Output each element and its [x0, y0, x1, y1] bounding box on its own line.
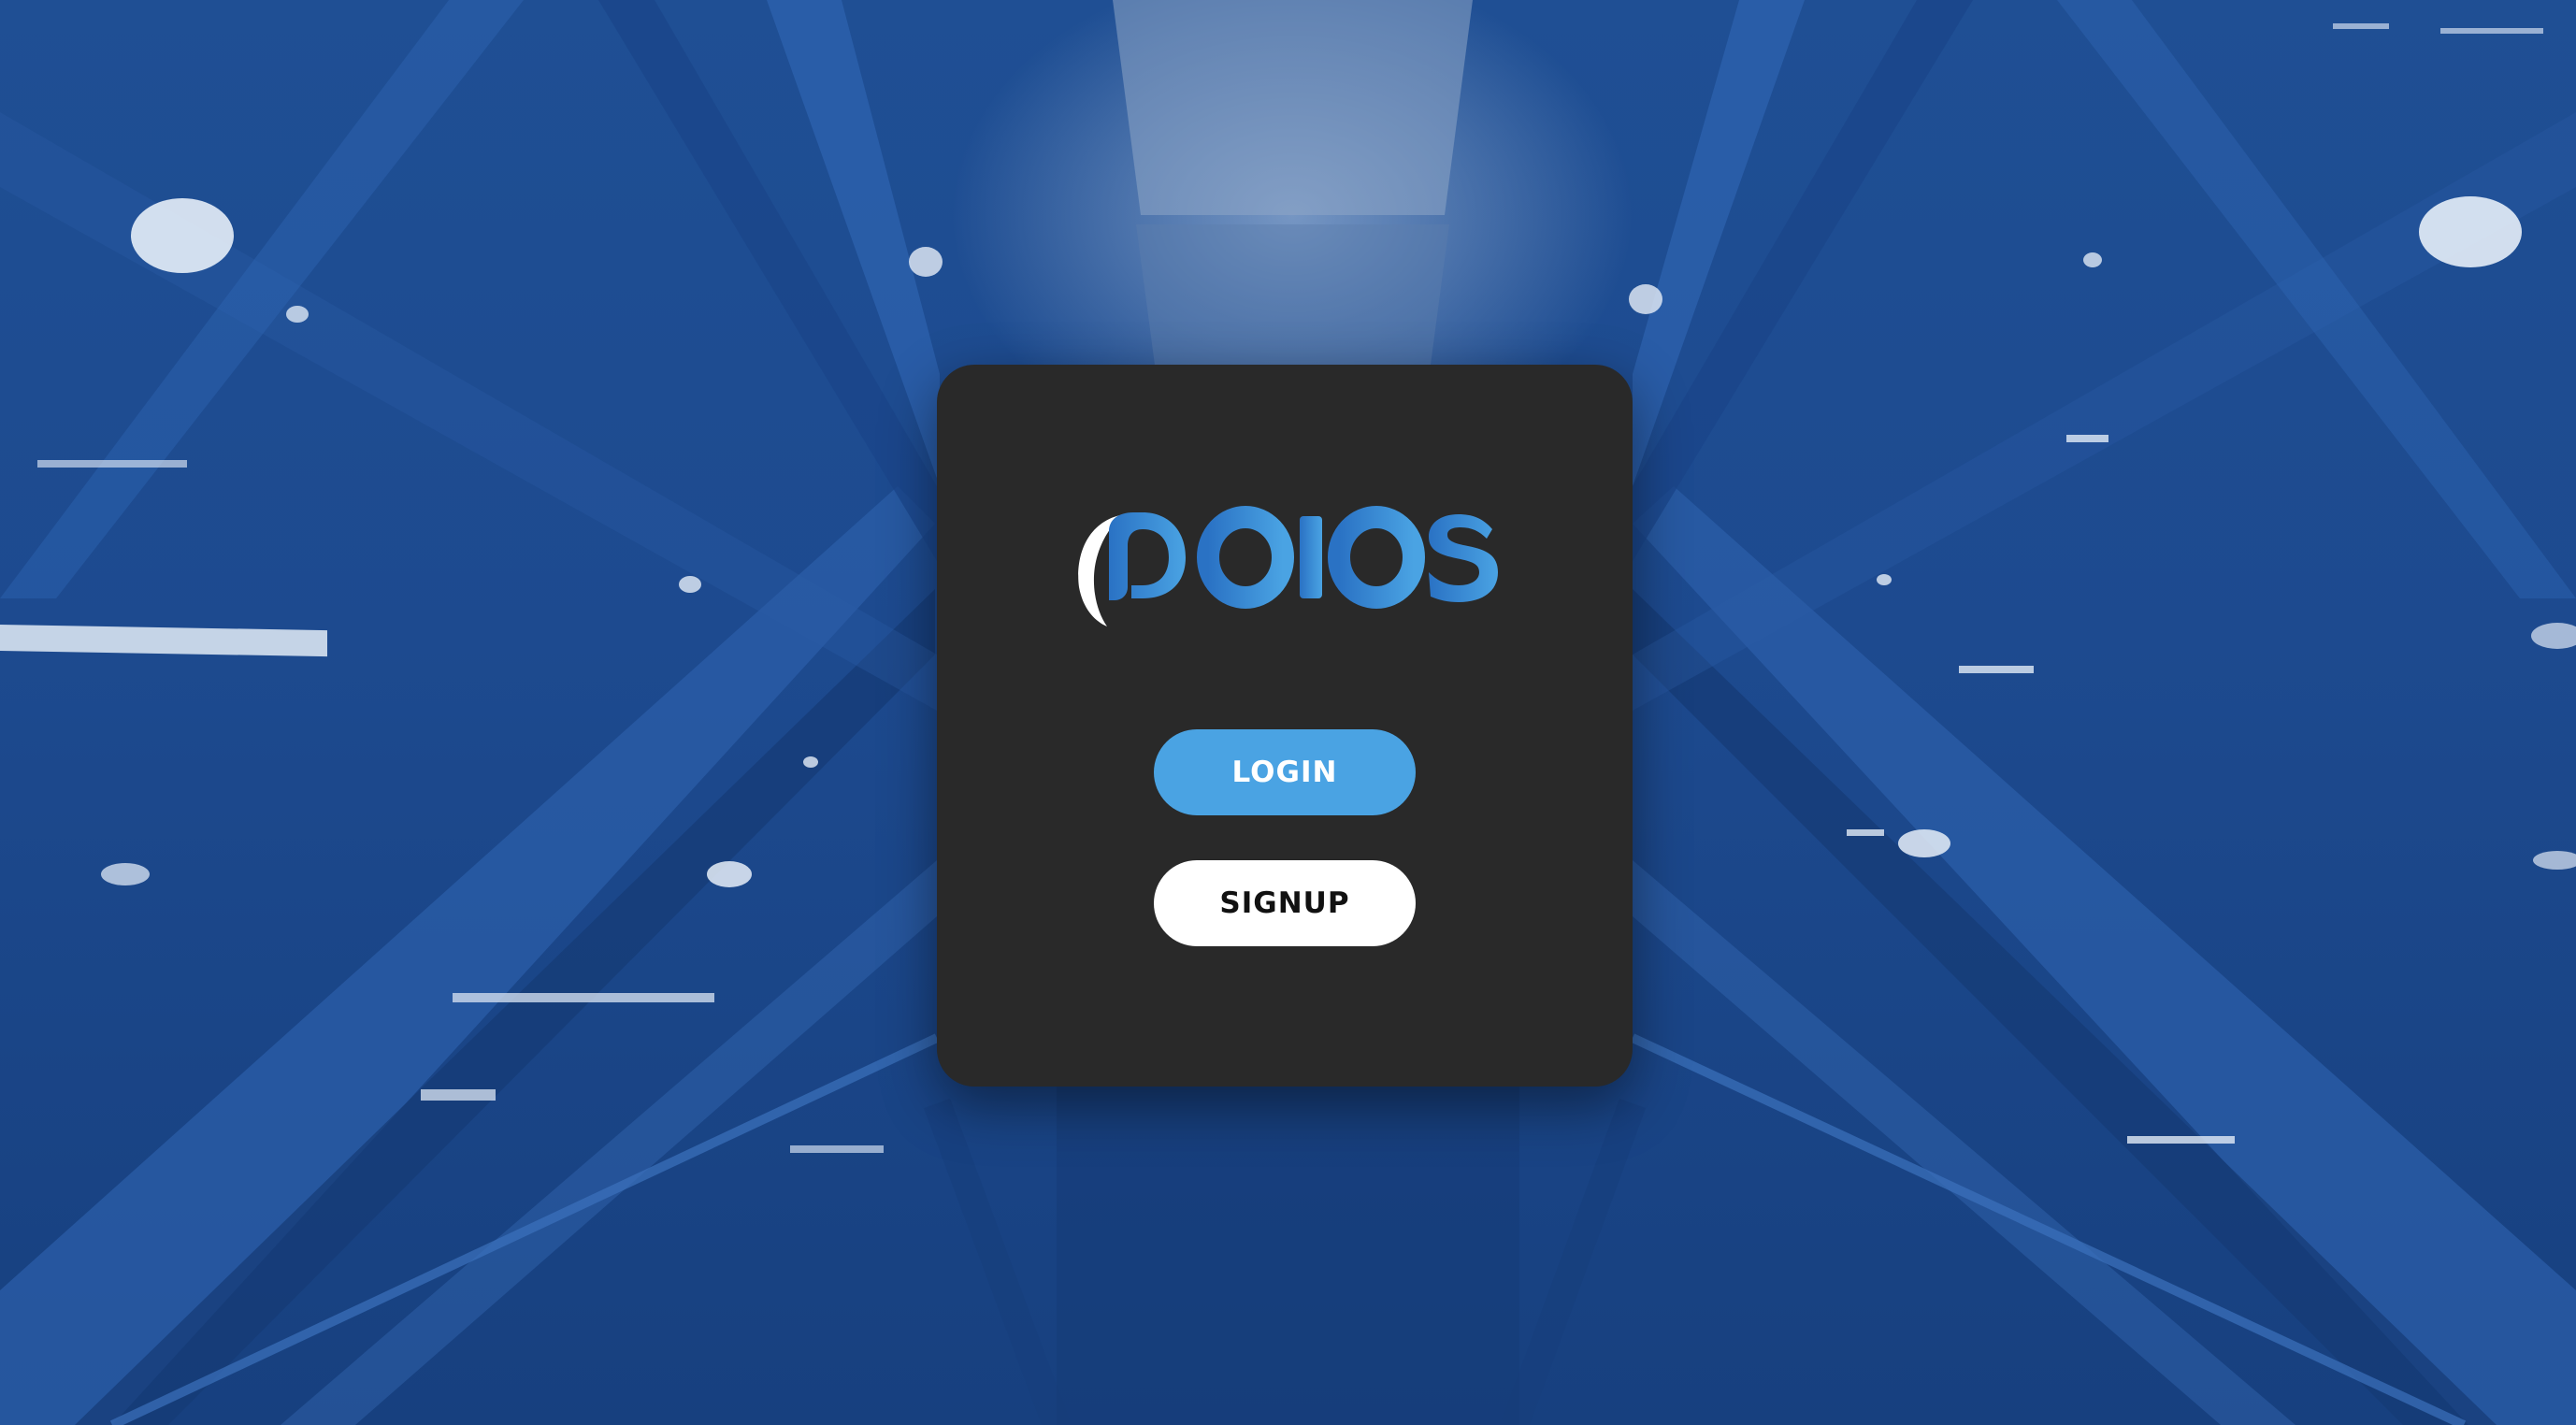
signup-button[interactable]: SIGNUP: [1154, 860, 1416, 946]
poios-logo-icon: [1075, 503, 1498, 634]
welcome-card: LOGIN SIGNUP: [937, 365, 1633, 1087]
login-button[interactable]: LOGIN: [1154, 729, 1416, 815]
